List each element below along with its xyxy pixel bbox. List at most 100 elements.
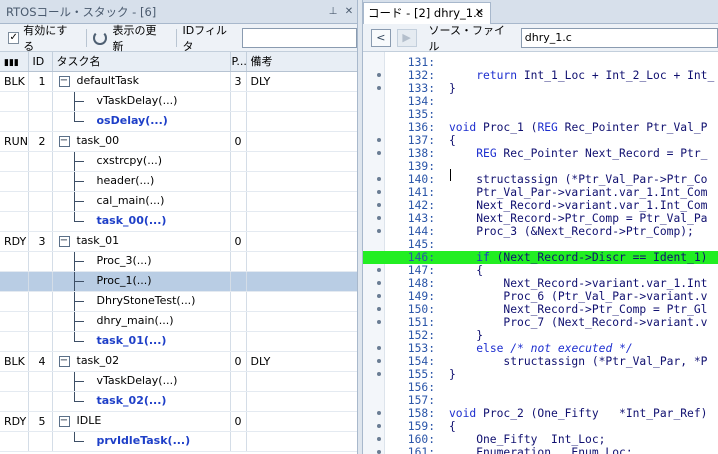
code-line[interactable]: 157 [363, 394, 718, 407]
code-line[interactable]: 141 Ptr_Val_Par->variant.var_1.Int_Com [363, 186, 718, 199]
code-line[interactable]: 160 One_Fifty Int_Loc; [363, 433, 718, 446]
breakpoint-dot-icon[interactable] [377, 411, 381, 415]
column-state-header[interactable]: ▮▮▮ [0, 52, 29, 72]
breakpoint-dot-icon[interactable] [377, 424, 381, 428]
forward-arrow-icon[interactable]: ▶ [396, 28, 417, 47]
breakpoint-dot-icon[interactable] [377, 294, 381, 298]
callstack-row[interactable]: task_00(...) [0, 211, 357, 232]
task-row[interactable]: BLK 4− task_02 0 DLY [0, 350, 357, 372]
breakpoint-dot-icon[interactable] [377, 73, 381, 77]
column-note-header[interactable]: 備考 [246, 52, 357, 72]
code-line[interactable]: 135 [363, 108, 718, 121]
callstack-row[interactable]: cal_main(...) [0, 191, 357, 212]
breakpoint-dot-icon[interactable] [377, 268, 381, 272]
refresh-icon[interactable] [93, 30, 107, 45]
task-row[interactable]: RDY 5− IDLE 0 [0, 410, 357, 432]
code-line[interactable]: 147 { [363, 264, 718, 277]
code-line[interactable]: 137 { [363, 134, 718, 147]
code-line[interactable]: 134 [363, 95, 718, 108]
task-row[interactable]: RDY 3− task_01 0 [0, 230, 357, 252]
refresh-button[interactable]: 表示の更新 [113, 22, 164, 54]
callstack-row[interactable]: prvIdleTask(...) [0, 431, 357, 452]
breakpoint-dot-icon[interactable] [377, 346, 381, 350]
code-line[interactable]: 133} [363, 82, 718, 95]
column-priority-header[interactable]: P... [230, 52, 247, 72]
column-taskname-header[interactable]: タスク名 [52, 52, 231, 72]
collapse-icon[interactable]: − [58, 135, 70, 147]
callstack-row[interactable]: DhryStoneTest(...) [0, 291, 357, 312]
task-name: defaultTask [76, 73, 139, 87]
close-icon[interactable]: ✕ [341, 6, 357, 17]
breakpoint-dot-icon[interactable] [377, 320, 381, 324]
toolbar-separator [175, 28, 177, 47]
code-line[interactable]: 156 [363, 381, 718, 394]
code-text: else /* not executed */ [476, 342, 633, 355]
code-line[interactable]: 155} [363, 368, 718, 381]
code-line[interactable]: 154 structassign (*Ptr_Val_Par, *P [363, 355, 718, 368]
pin-icon[interactable]: ⊥ [325, 6, 341, 17]
code-line[interactable]: 143 Next_Record->Ptr_Comp = Ptr_Val_Pa [363, 212, 718, 225]
code-line[interactable]: 148 Next_Record->variant.var_1.Int [363, 277, 718, 290]
breakpoint-dot-icon[interactable] [377, 216, 381, 220]
code-line[interactable]: 159 { [363, 420, 718, 433]
breakpoint-dot-icon[interactable] [377, 151, 381, 155]
callstack-row[interactable]: cxstrcpy(...) [0, 151, 357, 172]
empty-cell [28, 111, 53, 132]
code-line[interactable]: 145 [363, 238, 718, 251]
breakpoint-dot-icon[interactable] [377, 86, 381, 90]
collapse-icon[interactable]: − [58, 415, 70, 427]
breakpoint-dot-icon[interactable] [377, 307, 381, 311]
code-line[interactable]: 138 REG Rec_Pointer Next_Record = Ptr_ [363, 147, 718, 160]
code-line[interactable]: 150 Next_Record->Ptr_Comp = Ptr_Gl [363, 303, 718, 316]
breakpoint-dot-icon[interactable] [377, 190, 381, 194]
code-line[interactable]: 142 Next_Record->variant.var_1.Int_Com [363, 199, 718, 212]
code-line-current[interactable]: 146 if (Next_Record->Discr == Ident_1) [363, 251, 718, 264]
breakpoint-dot-icon[interactable] [377, 437, 381, 441]
code-line[interactable]: 144 Proc_3 (&Next_Record->Ptr_Comp); [363, 225, 718, 238]
breakpoint-dot-icon[interactable] [377, 229, 381, 233]
callstack-row[interactable]: Proc_3(...) [0, 251, 357, 272]
callstack-row[interactable]: osDelay(...) [0, 111, 357, 132]
breakpoint-dot-icon[interactable] [377, 177, 381, 181]
code-line[interactable]: 158 void Proc_2 (One_Fifty *Int_Par_Ref) [363, 407, 718, 420]
callstack-row[interactable]: Proc_1(...) [0, 271, 357, 292]
collapse-icon[interactable]: − [58, 235, 70, 247]
close-icon[interactable]: ✕ [475, 3, 484, 23]
column-id-header[interactable]: ID [28, 52, 53, 72]
callstack-row[interactable]: vTaskDelay(...) [0, 371, 357, 392]
breakpoint-dot-icon[interactable] [377, 450, 381, 454]
code-line[interactable]: 131 [363, 56, 718, 69]
callstack-row[interactable]: dhry_main(...) [0, 311, 357, 332]
breakpoint-dot-icon[interactable] [377, 281, 381, 285]
code-line[interactable]: 152 } [363, 329, 718, 342]
code-text: { [449, 264, 484, 277]
breakpoint-dot-icon[interactable] [377, 372, 381, 376]
id-filter-input[interactable] [241, 27, 357, 48]
task-row[interactable]: BLK 1− defaultTask 3 DLY [0, 70, 357, 92]
source-file-input[interactable]: dhry_1.c [520, 27, 718, 48]
code-line[interactable]: 132 return Int_1_Loc + Int_2_Loc + Int_ [363, 69, 718, 82]
code-line[interactable]: 140 structassign (*Ptr_Val_Par->Ptr_Co [363, 173, 718, 186]
code-line[interactable]: 151 Proc_7 (Next_Record->variant.v [363, 316, 718, 329]
callstack-row[interactable]: task_01(...) [0, 331, 357, 352]
code-line[interactable]: 139 [363, 160, 718, 173]
breakpoint-dot-icon[interactable] [377, 359, 381, 363]
enable-checkbox[interactable]: ✓ [8, 31, 20, 44]
code-line[interactable]: 136 void Proc_1 (REG Rec_Pointer Ptr_Val_… [363, 121, 718, 134]
code-line[interactable]: 161 Enumeration Enum_Loc; [363, 446, 718, 454]
code-line[interactable]: 149 Proc_6 (Ptr_Val_Par->variant.v [363, 290, 718, 303]
breakpoint-dot-icon[interactable] [377, 203, 381, 207]
code-line[interactable]: 153 else /* not executed */ [363, 342, 718, 355]
code-text: void Proc_1 (REG Rec_Pointer Ptr_Val_P [449, 121, 708, 134]
tree-line [73, 160, 84, 162]
collapse-icon[interactable]: − [58, 355, 70, 367]
collapse-icon[interactable]: − [58, 75, 70, 87]
callstack-row[interactable]: task_02(...) [0, 391, 357, 412]
code-editor[interactable]: 131132 return Int_1_Loc + Int_2_Loc + In… [363, 52, 718, 454]
task-row[interactable]: RUN 2− task_00 0 [0, 130, 357, 152]
tab-dhry-1-c[interactable]: コード - [2] dhry_1.c ✕ [363, 2, 491, 24]
back-arrow-icon[interactable]: < [371, 28, 391, 47]
callstack-row[interactable]: header(...) [0, 171, 357, 192]
breakpoint-dot-icon[interactable] [377, 138, 381, 142]
callstack-row[interactable]: vTaskDelay(...) [0, 91, 357, 112]
